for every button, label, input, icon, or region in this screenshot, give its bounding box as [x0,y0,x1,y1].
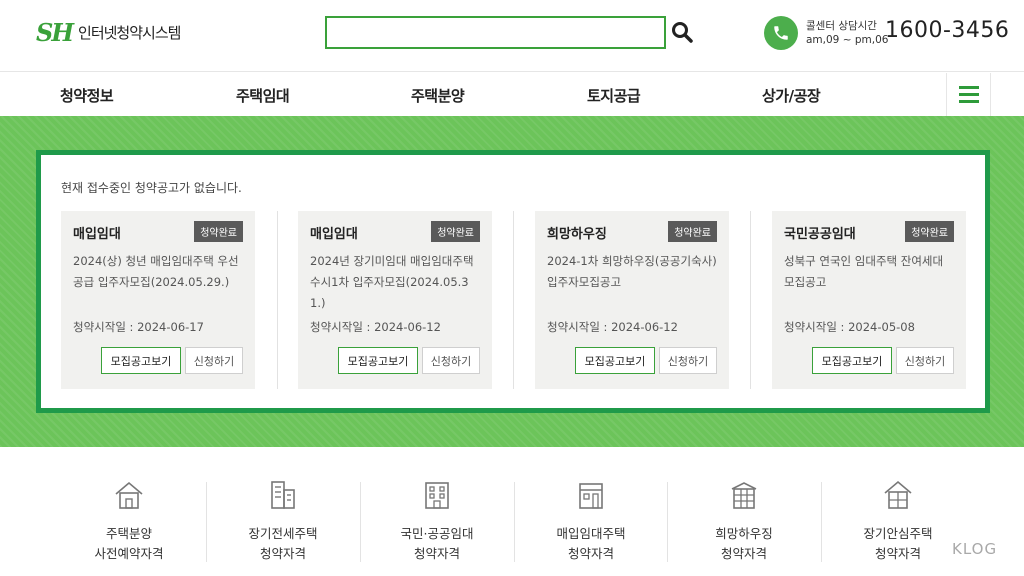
logo-mark: SH [36,18,74,47]
card-description[interactable]: 2024년 장기미임대 매입임대주택 수시1차 입주자모집(2024.05.31… [310,251,482,314]
apply-button[interactable]: 신청하기 [659,347,717,374]
card-title: 매입임대 [73,227,121,242]
view-notice-button[interactable]: 모집공고보기 [812,347,892,374]
qualification-subtitle: 사전예약자격 [94,546,164,561]
qualification-subtitle: 청약자격 [259,546,306,561]
apply-button[interactable]: 신청하기 [185,347,243,374]
search-icon [672,22,693,43]
card-description[interactable]: 성북구 연국인 임대주택 잔여세대 모집공고 [784,251,956,293]
watermark-text: KLOG [952,540,998,558]
card-divider [513,211,514,389]
site-header: SH 인터넷청약시스템 콜센터 상담시간 am,09 ~ pm,06 1600-… [0,0,1024,72]
nav-item-housing-sale[interactable]: 주택분양 [411,85,465,106]
card-start-date: 청약시작일 : 2024-06-12 [547,320,678,334]
card-description[interactable]: 2024-1차 희망하우징(공공기숙사) 입주자모집공고 [547,251,719,293]
card-start-date: 청약시작일 : 2024-05-08 [784,320,915,334]
nav-item-commercial-factory[interactable]: 상가/공장 [762,85,821,106]
apply-button[interactable]: 신청하기 [422,347,480,374]
notice-card: 매입임대 청약완료 2024(상) 청년 매입임대주택 우선공급 입주자모집(2… [61,211,255,389]
view-notice-button[interactable]: 모집공고보기 [338,347,418,374]
house-icon [115,481,143,509]
qualification-link-long-term-jeonse[interactable]: 장기전세주택청약자격 [206,478,360,576]
qualification-title: 주택분양 [105,526,152,541]
menu-icon-bar [958,100,979,103]
qualification-link-purchase-rental[interactable]: 매입임대주택청약자격 [514,478,668,576]
menu-icon-bar [958,93,979,96]
store-building-icon [579,483,603,509]
nav-item-land-supply[interactable]: 토지공급 [587,85,641,106]
card-divider [277,211,278,389]
card-title: 국민공공임대 [784,227,856,242]
qualification-title: 장기전세주택 [248,526,318,541]
call-number: 1600-3456 [885,18,1010,43]
notice-banner: 현재 접수중인 청약공고가 없습니다. 매입임대 청약완료 2024(상) 청년… [0,116,1024,447]
view-notice-button[interactable]: 모집공고보기 [575,347,655,374]
call-hours-title: 콜센터 상담시간 [806,20,877,32]
search-button[interactable] [670,20,694,44]
qualification-title: 매입임대주택 [556,526,626,541]
view-notice-button[interactable]: 모집공고보기 [101,347,181,374]
logo-mark-s: S [36,18,53,47]
apply-button[interactable]: 신청하기 [896,347,954,374]
phone-icon [764,16,798,50]
menu-icon-bar [958,86,979,89]
nav-item-subscription-info[interactable]: 청약정보 [60,85,114,106]
nav-item-rental-housing[interactable]: 주택임대 [236,85,290,106]
card-start-date: 청약시작일 : 2024-06-12 [310,320,441,334]
site-logo[interactable]: SH 인터넷청약시스템 [36,18,181,47]
call-hours-time: am,09 ~ pm,06 [806,34,889,46]
qualification-title: 국민·공공임대 [400,526,474,541]
card-title: 매입임대 [310,227,358,242]
notice-message: 현재 접수중인 청약공고가 없습니다. [61,181,242,195]
status-badge: 청약완료 [194,221,243,242]
notice-card: 매입임대 청약완료 2024년 장기미임대 매입임대주택 수시1차 입주자모집(… [298,211,492,389]
qualification-subtitle: 청약자격 [413,546,460,561]
call-center: 콜센터 상담시간 am,09 ~ pm,06 [764,16,888,50]
card-divider [750,211,751,389]
qualification-link-long-term-safe-housing[interactable]: 장기안심주택 청약자격 [821,478,975,576]
apartment-icon [271,481,295,509]
notice-panel: 현재 접수중인 청약공고가 없습니다. 매입임대 청약완료 2024(상) 청년… [36,150,990,413]
notice-card: 희망하우징 청약완료 2024-1차 희망하우징(공공기숙사) 입주자모집공고 … [535,211,729,389]
status-badge: 청약완료 [431,221,480,242]
card-description[interactable]: 2024(상) 청년 매입임대주택 우선공급 입주자모집(2024.05.29.… [73,251,245,293]
qualification-link-house-presale[interactable]: 주택분양사전예약자격 [52,478,206,576]
card-start-date: 청약시작일 : 2024-06-17 [73,320,204,334]
building-icon [425,482,449,509]
card-title: 희망하우징 [547,227,607,242]
qualification-link-hope-housing[interactable]: 희망하우징청약자격 [667,478,821,576]
logo-mark-h: H [51,18,74,47]
hamburger-menu-button[interactable] [946,73,991,116]
home-safe-icon [884,480,912,509]
status-badge: 청약완료 [905,221,954,242]
dormitory-icon [731,482,757,509]
logo-text: 인터넷청약시스템 [78,24,181,42]
notice-card: 국민공공임대 청약완료 성북구 연국인 임대주택 잔여세대 모집공고 청약시작일… [772,211,966,389]
search-input[interactable] [325,16,666,49]
qualification-subtitle: 청약자격 [567,546,614,561]
main-nav: 청약정보 주택임대 주택분양 토지공급 상가/공장 [0,73,1024,116]
qualification-link-public-rental[interactable]: 국민·공공임대청약자격 [360,478,514,576]
status-badge: 청약완료 [668,221,717,242]
qualification-subtitle: 청약자격 [720,546,767,561]
qualification-title: 희망하우징 [715,526,773,541]
